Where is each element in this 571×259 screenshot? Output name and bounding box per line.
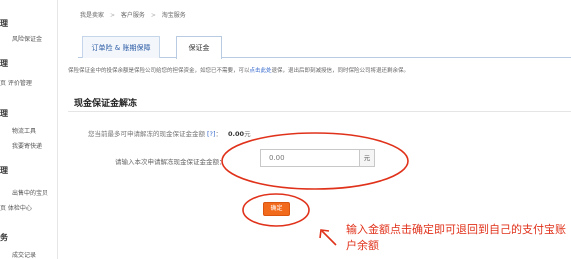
annotation-overlay: [221, 132, 409, 246]
input-highlight-ellipse: [221, 132, 409, 190]
annotation-arrow-line: [321, 230, 337, 246]
annotation-text: 输入金额点击确定即可退回到自己的支付宝账户余额: [346, 223, 566, 252]
button-highlight-ellipse: [242, 193, 310, 227]
